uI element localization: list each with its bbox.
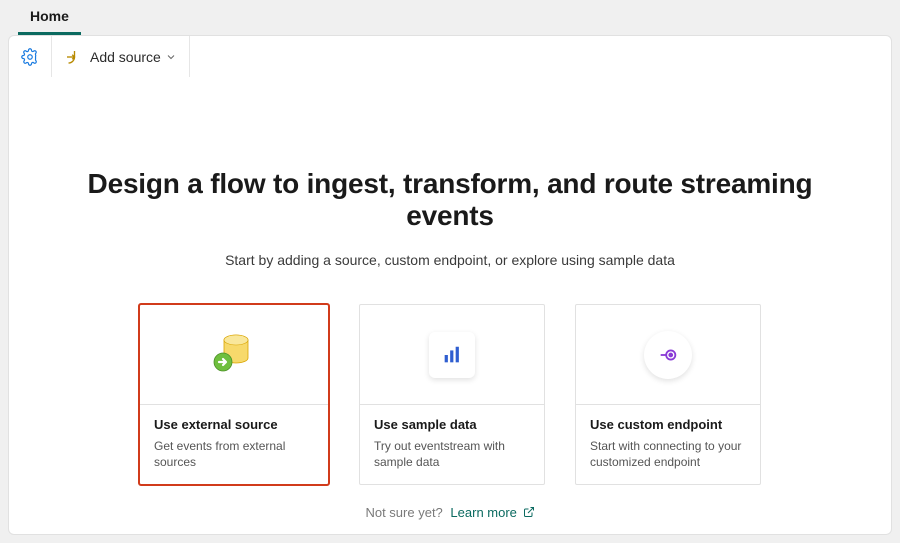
learn-more-link[interactable]: Learn more	[450, 505, 534, 520]
gear-icon	[21, 48, 39, 66]
database-arrow-icon	[206, 324, 262, 385]
card-external-illustration	[140, 305, 328, 405]
card-custom-title: Use custom endpoint	[590, 417, 746, 432]
hero: Design a flow to ingest, transform, and …	[9, 78, 891, 521]
card-custom-illustration	[576, 305, 760, 405]
card-custom-endpoint[interactable]: Use custom endpoint Start with connectin…	[575, 304, 761, 485]
toolbar: Add source	[9, 36, 891, 78]
tab-bar: Home	[8, 0, 892, 35]
external-link-icon	[523, 506, 535, 521]
main-card: Add source Design a flow to ingest, tran…	[8, 35, 892, 535]
add-source-icon	[64, 48, 82, 66]
card-custom-desc: Start with connecting to your customized…	[590, 438, 746, 470]
add-source-label: Add source	[90, 49, 161, 65]
chevron-down-icon	[165, 51, 177, 63]
footer-line: Not sure yet? Learn more	[49, 505, 851, 521]
cards-row: Use external source Get events from exte…	[49, 304, 851, 485]
hero-title: Design a flow to ingest, transform, and …	[49, 168, 851, 232]
hero-subtitle: Start by adding a source, custom endpoin…	[49, 252, 851, 268]
card-sample-data[interactable]: Use sample data Try out eventstream with…	[359, 304, 545, 485]
learn-more-label: Learn more	[450, 505, 516, 520]
card-external-title: Use external source	[154, 417, 314, 432]
settings-button[interactable]	[9, 36, 52, 77]
card-sample-illustration	[360, 305, 544, 405]
card-external-source[interactable]: Use external source Get events from exte…	[139, 304, 329, 485]
card-external-desc: Get events from external sources	[154, 438, 314, 470]
tab-home[interactable]: Home	[18, 2, 81, 35]
not-sure-text: Not sure yet?	[365, 505, 442, 520]
add-source-button[interactable]: Add source	[52, 36, 190, 77]
endpoint-icon	[644, 331, 692, 379]
card-sample-desc: Try out eventstream with sample data	[374, 438, 530, 470]
card-sample-title: Use sample data	[374, 417, 530, 432]
bar-chart-icon	[429, 332, 475, 378]
